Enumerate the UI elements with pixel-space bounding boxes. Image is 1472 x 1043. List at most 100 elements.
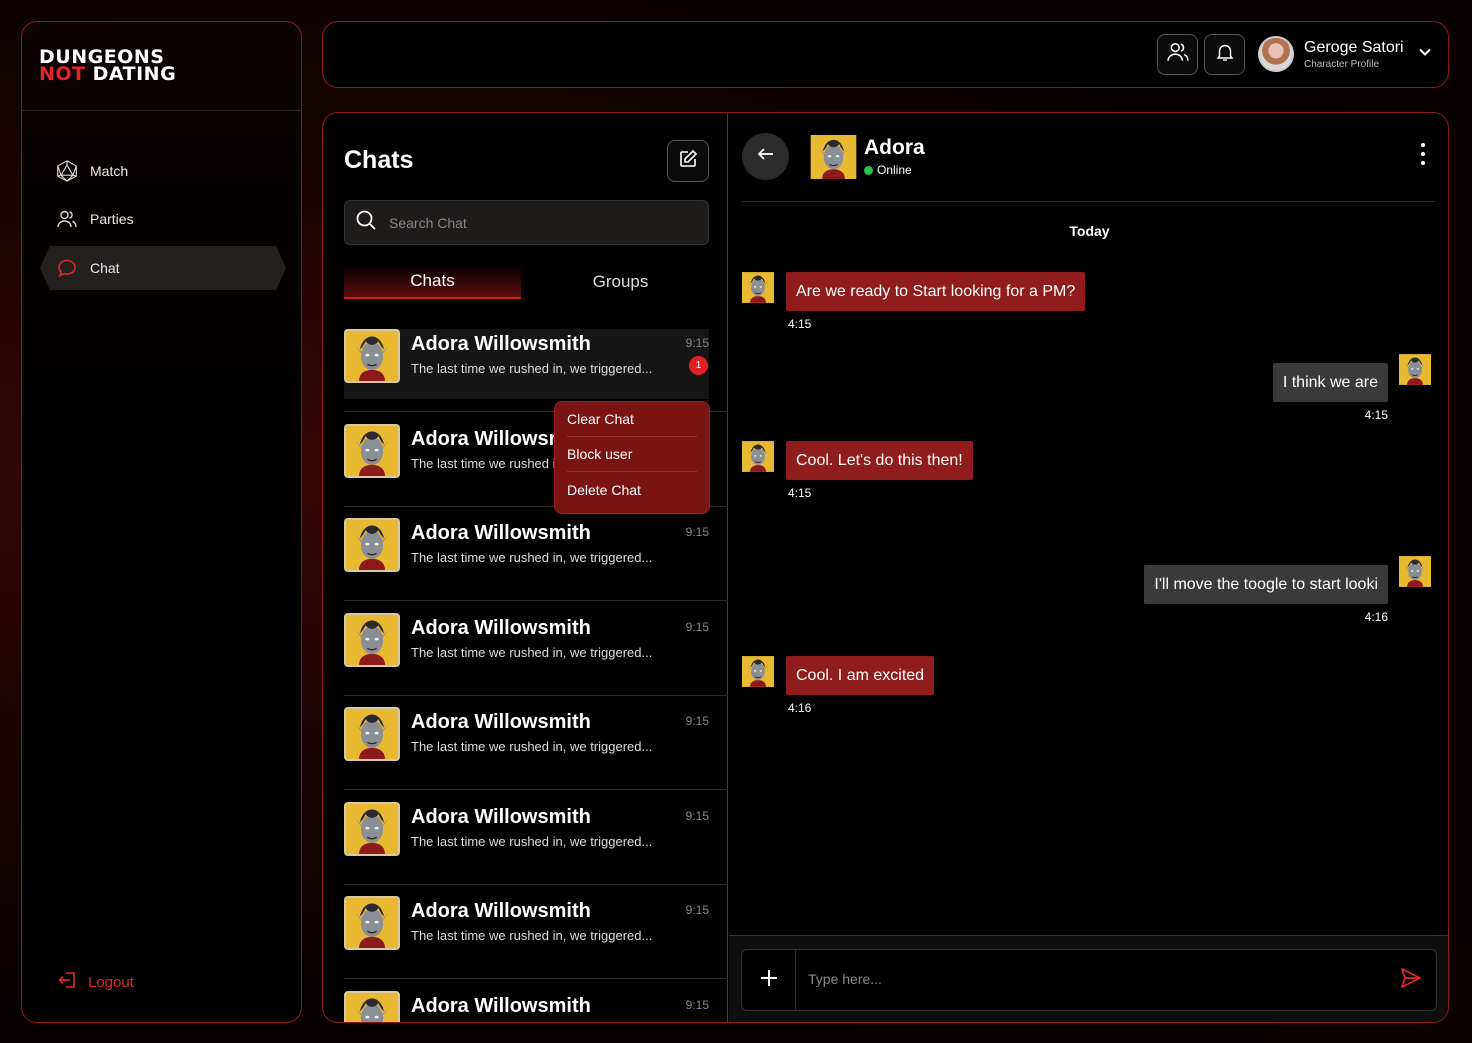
chat-preview: The last time we rushed in, we triggered… bbox=[411, 361, 653, 376]
attach-button[interactable] bbox=[742, 950, 796, 1010]
row-divider bbox=[344, 600, 728, 601]
clear-chat-option[interactable]: Clear Chat bbox=[567, 402, 697, 437]
more-options-icon[interactable] bbox=[1420, 143, 1426, 165]
chat-contact-name: Adora Willowsmith bbox=[411, 522, 591, 544]
search-icon bbox=[355, 209, 377, 236]
message-avatar bbox=[1399, 556, 1431, 587]
chat-contact-name: Adora Willowsmith bbox=[411, 711, 591, 733]
contact-name: Adora bbox=[864, 136, 925, 159]
sidebar-item-match[interactable]: Match bbox=[40, 149, 286, 193]
chat-preview: The last time we rushed in, we triggered… bbox=[411, 550, 653, 565]
header-divider bbox=[742, 201, 1435, 202]
users-icon bbox=[1166, 41, 1189, 68]
message-input[interactable] bbox=[808, 971, 1368, 987]
sidebar-item-label: Match bbox=[90, 163, 129, 179]
online-dot-icon bbox=[864, 165, 873, 175]
avatar bbox=[344, 707, 400, 761]
tab-groups[interactable]: Groups bbox=[532, 264, 709, 299]
message-time: 4:15 bbox=[1364, 408, 1388, 422]
message-avatar bbox=[742, 272, 774, 303]
row-divider bbox=[344, 884, 728, 885]
chevron-down-icon bbox=[1418, 45, 1432, 64]
logout-label: Logout bbox=[88, 973, 134, 991]
search-chat-box[interactable] bbox=[344, 200, 709, 245]
logout-button[interactable]: Logout bbox=[58, 970, 134, 994]
block-user-option[interactable]: Block user bbox=[567, 437, 697, 472]
avatar bbox=[344, 896, 400, 950]
avatar bbox=[344, 613, 400, 667]
logo-line-2: NOT DATING bbox=[39, 63, 177, 85]
chat-list-item[interactable]: Adora WillowsmithThe last time we rushed… bbox=[344, 896, 709, 966]
message-avatar bbox=[1399, 354, 1431, 385]
chat-context-menu: Clear Chat Block user Delete Chat bbox=[554, 401, 710, 514]
row-divider bbox=[344, 978, 728, 979]
profile-name: Geroge Satori bbox=[1304, 38, 1404, 56]
chat-list-item[interactable]: Adora Willowsmith The last time we rushed… bbox=[344, 613, 709, 683]
avatar bbox=[344, 802, 400, 856]
users-icon bbox=[56, 208, 78, 230]
row-divider bbox=[344, 789, 728, 790]
chat-bubble-icon bbox=[56, 257, 78, 279]
chat-preview: The last time we rushed in, we triggered… bbox=[411, 834, 653, 849]
friends-button[interactable] bbox=[1157, 34, 1198, 75]
chat-list-item[interactable]: Adora Willowsmith The last time we rushed… bbox=[344, 802, 709, 872]
message-time: 4:15 bbox=[788, 317, 812, 331]
avatar bbox=[344, 329, 400, 383]
unread-badge: 1 bbox=[689, 356, 708, 375]
incoming-message: Cool. I am excited bbox=[786, 656, 935, 695]
back-button[interactable] bbox=[742, 133, 789, 180]
chat-preview: The last time we rushed in, we triggered… bbox=[411, 645, 653, 660]
logo-dating: DATING bbox=[92, 63, 177, 85]
chat-list-item[interactable]: Adora Willowsmith The last time we rushed… bbox=[344, 518, 709, 588]
outgoing-message: I think we are bbox=[1272, 363, 1388, 402]
chat-time: 9:15 bbox=[685, 998, 709, 1012]
chat-preview: The last time we rushed in, we triggered… bbox=[411, 739, 653, 754]
profile-menu[interactable]: Geroge Satori Character Profile bbox=[1258, 36, 1432, 72]
search-input[interactable] bbox=[389, 214, 689, 231]
sidebar-item-chat[interactable]: Chat bbox=[40, 246, 286, 290]
chat-contact-name: Adora Willowsmith bbox=[411, 806, 591, 828]
avatar bbox=[344, 991, 400, 1022]
chat-contact-name: Adora Willowsmith bbox=[411, 333, 591, 355]
send-button[interactable] bbox=[1386, 967, 1436, 994]
contact-avatar[interactable] bbox=[810, 135, 857, 179]
arrow-left-icon bbox=[756, 144, 776, 169]
logout-icon bbox=[58, 970, 78, 994]
message-time: 4:16 bbox=[1364, 610, 1388, 624]
conversation-pane: Adora Online Today Are we ready to Start… bbox=[729, 113, 1448, 1022]
chat-list-title: Chats bbox=[344, 146, 414, 174]
message-time: 4:15 bbox=[788, 486, 812, 500]
outgoing-message: I'll move the toogle to start looki bbox=[1144, 565, 1388, 604]
status-label: Online bbox=[877, 163, 912, 177]
tab-chats[interactable]: Chats bbox=[344, 264, 521, 299]
chat-list-item[interactable]: Adora WillowsmithThe last time we rushed… bbox=[344, 991, 709, 1022]
plus-icon bbox=[760, 969, 778, 992]
chat-time: 9:15 bbox=[685, 903, 709, 917]
chat-list-pane: Chats Chats Groups Adora Willowsmith The … bbox=[323, 113, 728, 1022]
profile-text: Geroge Satori Character Profile bbox=[1304, 39, 1404, 70]
notifications-button[interactable] bbox=[1204, 34, 1245, 75]
chat-contact-name: Adora Willowsmith bbox=[411, 617, 591, 639]
incoming-message: Are we ready to Start looking for a PM? bbox=[786, 272, 1086, 311]
sidebar-divider bbox=[22, 110, 301, 111]
chat-time: 9:15 bbox=[685, 336, 709, 350]
topbar: Geroge Satori Character Profile bbox=[322, 21, 1449, 88]
new-chat-button[interactable] bbox=[667, 140, 709, 182]
sidebar-item-parties[interactable]: Parties bbox=[40, 197, 286, 241]
delete-chat-option[interactable]: Delete Chat bbox=[567, 472, 697, 507]
sidebar-item-label: Parties bbox=[90, 211, 134, 227]
day-separator: Today bbox=[1069, 223, 1110, 239]
message-avatar bbox=[742, 441, 774, 472]
edit-icon bbox=[678, 149, 698, 174]
chat-list-item[interactable]: Adora Willowsmith The last time we rushed… bbox=[344, 707, 709, 777]
chat-list-item[interactable]: Adora Willowsmith The last time we rushed… bbox=[344, 329, 709, 399]
chat-time: 9:15 bbox=[685, 620, 709, 634]
message-time: 4:16 bbox=[788, 701, 812, 715]
chat-time: 9:15 bbox=[685, 714, 709, 728]
brand-logo[interactable]: DUNGEONS NOT DATING bbox=[39, 48, 177, 85]
d20-icon bbox=[56, 160, 78, 182]
message-avatar bbox=[742, 656, 774, 687]
sidebar-item-label: Chat bbox=[90, 260, 120, 276]
chat-time: 9:15 bbox=[685, 809, 709, 823]
profile-subtitle: Character Profile bbox=[1304, 58, 1380, 70]
